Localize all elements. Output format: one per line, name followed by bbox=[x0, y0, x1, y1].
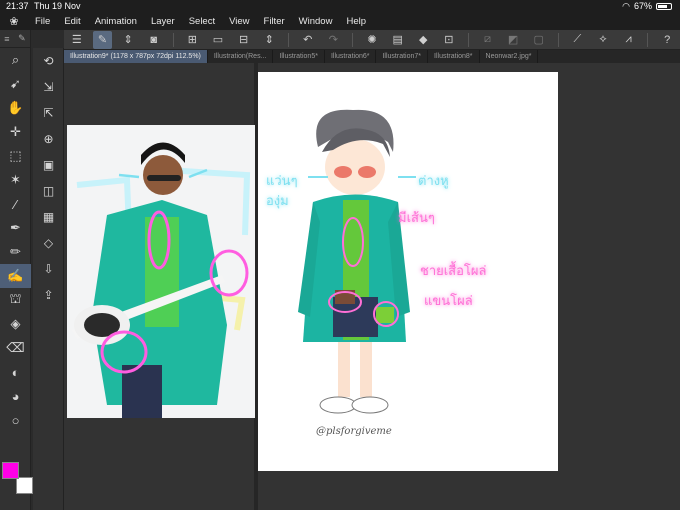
export-icon[interactable]: ⇪ bbox=[33, 282, 64, 308]
separator bbox=[287, 32, 289, 47]
selection-border-icon[interactable]: ▢ bbox=[529, 31, 549, 49]
open-folder-icon[interactable]: ▭ bbox=[208, 31, 228, 49]
annotation-lines: มีเส้นๆ bbox=[398, 210, 435, 225]
status-bar: 21:37 Thu 19 Nov ◠ 67% bbox=[0, 0, 680, 13]
separator bbox=[352, 32, 354, 47]
app-logo-icon[interactable]: ❀ bbox=[0, 15, 28, 28]
fill-icon[interactable]: ◆ bbox=[413, 31, 433, 49]
undo-icon[interactable]: ↶ bbox=[298, 31, 318, 49]
annotation-shirt-hem: ชายเสื้อโผล่ bbox=[420, 263, 487, 278]
color-swatches bbox=[2, 462, 33, 502]
blend-tool-icon[interactable]: ◐ bbox=[0, 360, 31, 384]
operation-tool-icon[interactable]: ➹ bbox=[0, 72, 31, 96]
ruler-icon[interactable]: ⟋ bbox=[568, 31, 588, 49]
redo-icon[interactable]: ↷ bbox=[324, 31, 344, 49]
wifi-icon: ◠ bbox=[622, 1, 630, 11]
brush-icon[interactable]: ✎ bbox=[18, 33, 26, 44]
sub-tool-palette: ⟲ ⇲ ⇱ ⊕ ▣ ◫ ▦ ◇ ⇩ ⇪ bbox=[33, 48, 64, 510]
reference-photo-art bbox=[67, 125, 255, 418]
annotation-glasses: แว่นๆ bbox=[266, 173, 298, 188]
menu-filter[interactable]: Filter bbox=[257, 16, 292, 27]
separator bbox=[467, 32, 469, 47]
preview-icon[interactable]: ◙ bbox=[144, 31, 164, 49]
eyedropper-tool-icon[interactable]: ⁄ bbox=[0, 192, 31, 216]
main-color-swatch[interactable] bbox=[2, 462, 19, 479]
select-tool-icon[interactable]: ⬚ bbox=[0, 144, 31, 168]
menu-select[interactable]: Select bbox=[182, 16, 222, 27]
clear-icon[interactable]: ▤ bbox=[388, 31, 408, 49]
canvas-edit-icon[interactable]: ✎ bbox=[92, 30, 113, 49]
navigator-icon[interactable]: ◫ bbox=[33, 178, 64, 204]
save-icon[interactable]: ⊟ bbox=[234, 31, 254, 49]
layer-select-icon[interactable]: ⇱ bbox=[33, 100, 64, 126]
battery-percent: 67% bbox=[633, 1, 652, 11]
tab-illustration8[interactable]: Illustration8* bbox=[428, 50, 480, 63]
separator bbox=[172, 32, 174, 47]
rotate-view-icon[interactable]: ⟲ bbox=[33, 48, 64, 74]
chevron-updown-icon[interactable]: ⇕ bbox=[259, 31, 279, 49]
sub-color-swatch[interactable] bbox=[16, 477, 33, 494]
menu-animation[interactable]: Animation bbox=[88, 16, 144, 27]
ruler-edit-icon[interactable]: ⩘ bbox=[619, 31, 639, 49]
new-file-icon[interactable]: ⊞ bbox=[182, 31, 202, 49]
tab-illustration7[interactable]: Illustration7* bbox=[376, 50, 429, 63]
menu-file[interactable]: File bbox=[28, 16, 57, 27]
pen-tool-icon[interactable]: ✒ bbox=[0, 216, 31, 240]
invert-icon[interactable]: ◩ bbox=[503, 31, 523, 49]
separator bbox=[647, 32, 649, 47]
symmetry-icon[interactable]: ⟡ bbox=[593, 31, 613, 49]
material-icon[interactable]: ▦ bbox=[33, 204, 64, 230]
loading-icon[interactable]: ✺ bbox=[362, 31, 382, 49]
layer-panel-icon[interactable]: ▣ bbox=[33, 152, 64, 178]
pencil-tool-icon[interactable]: ✏ bbox=[0, 240, 31, 264]
menu-edit[interactable]: Edit bbox=[57, 16, 87, 27]
document-tabs: Illustration9* (1178 x 787px 72dpi 112.5… bbox=[64, 50, 680, 63]
layer-move-icon[interactable]: ⇲ bbox=[33, 74, 64, 100]
zoom-tool-icon[interactable]: ⌕ bbox=[0, 48, 31, 72]
character-illustration bbox=[298, 109, 416, 414]
clock: 21:37 bbox=[6, 1, 29, 11]
gradient-tool-icon[interactable]: ○ bbox=[0, 408, 31, 432]
menu-view[interactable]: View bbox=[222, 16, 256, 27]
annotation-earring: ต่างหู bbox=[418, 173, 449, 188]
annotation-grape: องุ่ม bbox=[266, 193, 289, 208]
menu-bar: ❀ File Edit Animation Layer Select View … bbox=[0, 13, 680, 30]
tool-palette-header: ≡ ✎ bbox=[0, 30, 30, 48]
grip-icon: ≡ bbox=[4, 33, 10, 44]
battery-icon bbox=[656, 3, 672, 10]
fill-tool-icon[interactable]: ◕ bbox=[0, 384, 31, 408]
menu-layer[interactable]: Layer bbox=[144, 16, 182, 27]
tab-neonwar2[interactable]: Neonwar2.jpg* bbox=[480, 50, 539, 63]
hamburger-icon[interactable]: ☰ bbox=[67, 31, 87, 49]
hand-tool-icon[interactable]: ✋ bbox=[0, 96, 31, 120]
annotation-sleeve: แขนโผล่ bbox=[424, 293, 473, 308]
import-icon[interactable]: ⇩ bbox=[33, 256, 64, 282]
menu-window[interactable]: Window bbox=[292, 16, 340, 27]
tool-palette: ≡ ✎ ⌕ ➹ ✋ ✛ ⬚ ✶ ⁄ ✒ ✏ ✍ ⛫ ◈ ⌫ ◐ ◕ ○ bbox=[0, 30, 33, 510]
date: Thu 19 Nov bbox=[34, 1, 81, 11]
tab-illustration6[interactable]: Illustration6* bbox=[325, 50, 377, 63]
drawing-canvas[interactable]: แว่นๆ องุ่ม ต่างหู มีเส้นๆ ชายเสื้อโผล่ … bbox=[258, 72, 558, 471]
artist-signature: @plsforgiveme bbox=[316, 426, 392, 437]
airbrush-tool-icon[interactable]: ⛫ bbox=[0, 288, 31, 312]
status-right: ◠ 67% bbox=[622, 0, 672, 13]
deselect-icon[interactable]: ⧄ bbox=[478, 31, 498, 49]
brush-tool-icon[interactable]: ✍ bbox=[0, 264, 31, 288]
separator bbox=[557, 32, 559, 47]
tab-illustration5[interactable]: Illustration5* bbox=[273, 50, 325, 63]
layers-icon[interactable]: ◇ bbox=[33, 230, 64, 256]
layer-property-icon[interactable]: ⊕ bbox=[33, 126, 64, 152]
transform-icon[interactable]: ⊡ bbox=[439, 31, 459, 49]
decoration-tool-icon[interactable]: ◈ bbox=[0, 312, 31, 336]
tab-illustration9[interactable]: Illustration9* (1178 x 787px 72dpi 112.5… bbox=[64, 50, 208, 63]
help-icon[interactable]: ? bbox=[657, 31, 677, 49]
tab-illustration-res[interactable]: Illustration(Res... bbox=[208, 50, 274, 63]
move-tool-icon[interactable]: ✛ bbox=[0, 120, 31, 144]
reference-photo[interactable] bbox=[67, 125, 255, 418]
lasso-tool-icon[interactable]: ✶ bbox=[0, 168, 31, 192]
command-bar: ☰ ✎ ⇕ ◙ ⊞ ▭ ⊟ ⇕ ↶ ↷ ✺ ▤ ◆ ⊡ ⧄ ◩ ▢ ⟋ ⟡ ⩘ … bbox=[64, 30, 680, 50]
menu-help[interactable]: Help bbox=[339, 16, 373, 27]
eraser-tool-icon[interactable]: ⌫ bbox=[0, 336, 31, 360]
chevron-updown-icon[interactable]: ⇕ bbox=[118, 31, 138, 49]
